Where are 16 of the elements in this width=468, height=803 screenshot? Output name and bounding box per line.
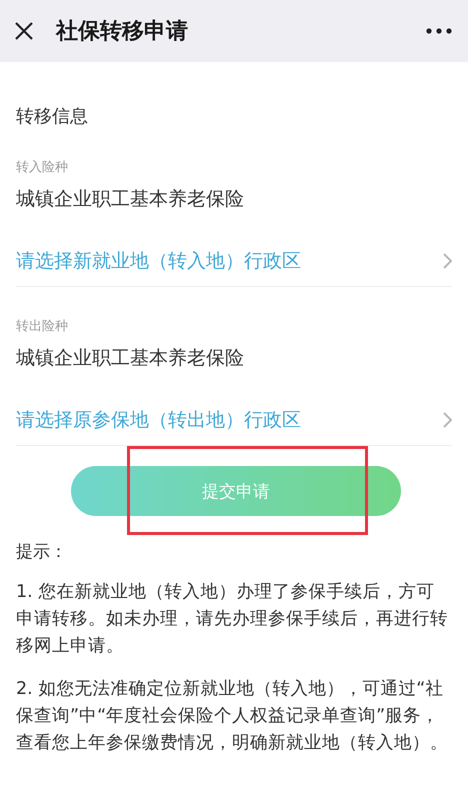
region-picker[interactable]: 请选择新就业地（转入地）行政区 <box>16 248 452 287</box>
more-icon[interactable] <box>426 28 452 34</box>
tip-paragraph: 2. 如您无法准确定位新就业地（转入地），可通过“社保查询”中“年度社会保险个人权益记录单查询”服务，查看您上年参保缴费情况，明确新就业地（转入地）。 <box>16 678 449 755</box>
tip-paragraph: 1. 您在新就业地（转入地）办理了参保手续后，方可申请转移。如未办理，请先办理参保手续后，再进行转移网上申请。 <box>16 581 449 658</box>
section-title: 转移信息 <box>16 105 89 128</box>
field-value: 城镇企业职工基本养老保险 <box>16 187 245 212</box>
field-value: 城镇企业职工基本养老保险 <box>16 346 245 371</box>
region-picker[interactable]: 请选择原参保地（转出地）行政区 <box>16 407 452 446</box>
field-label: 转入险种 <box>16 159 69 176</box>
chevron-right-icon <box>443 412 452 428</box>
close-icon[interactable] <box>14 21 34 41</box>
chevron-right-icon <box>443 253 452 269</box>
page-title: 社保转移申请 <box>56 18 189 46</box>
field-label: 转出险种 <box>16 318 69 335</box>
tips-title: 提示： <box>16 541 68 563</box>
submit-button[interactable]: 提交申请 <box>71 466 401 516</box>
